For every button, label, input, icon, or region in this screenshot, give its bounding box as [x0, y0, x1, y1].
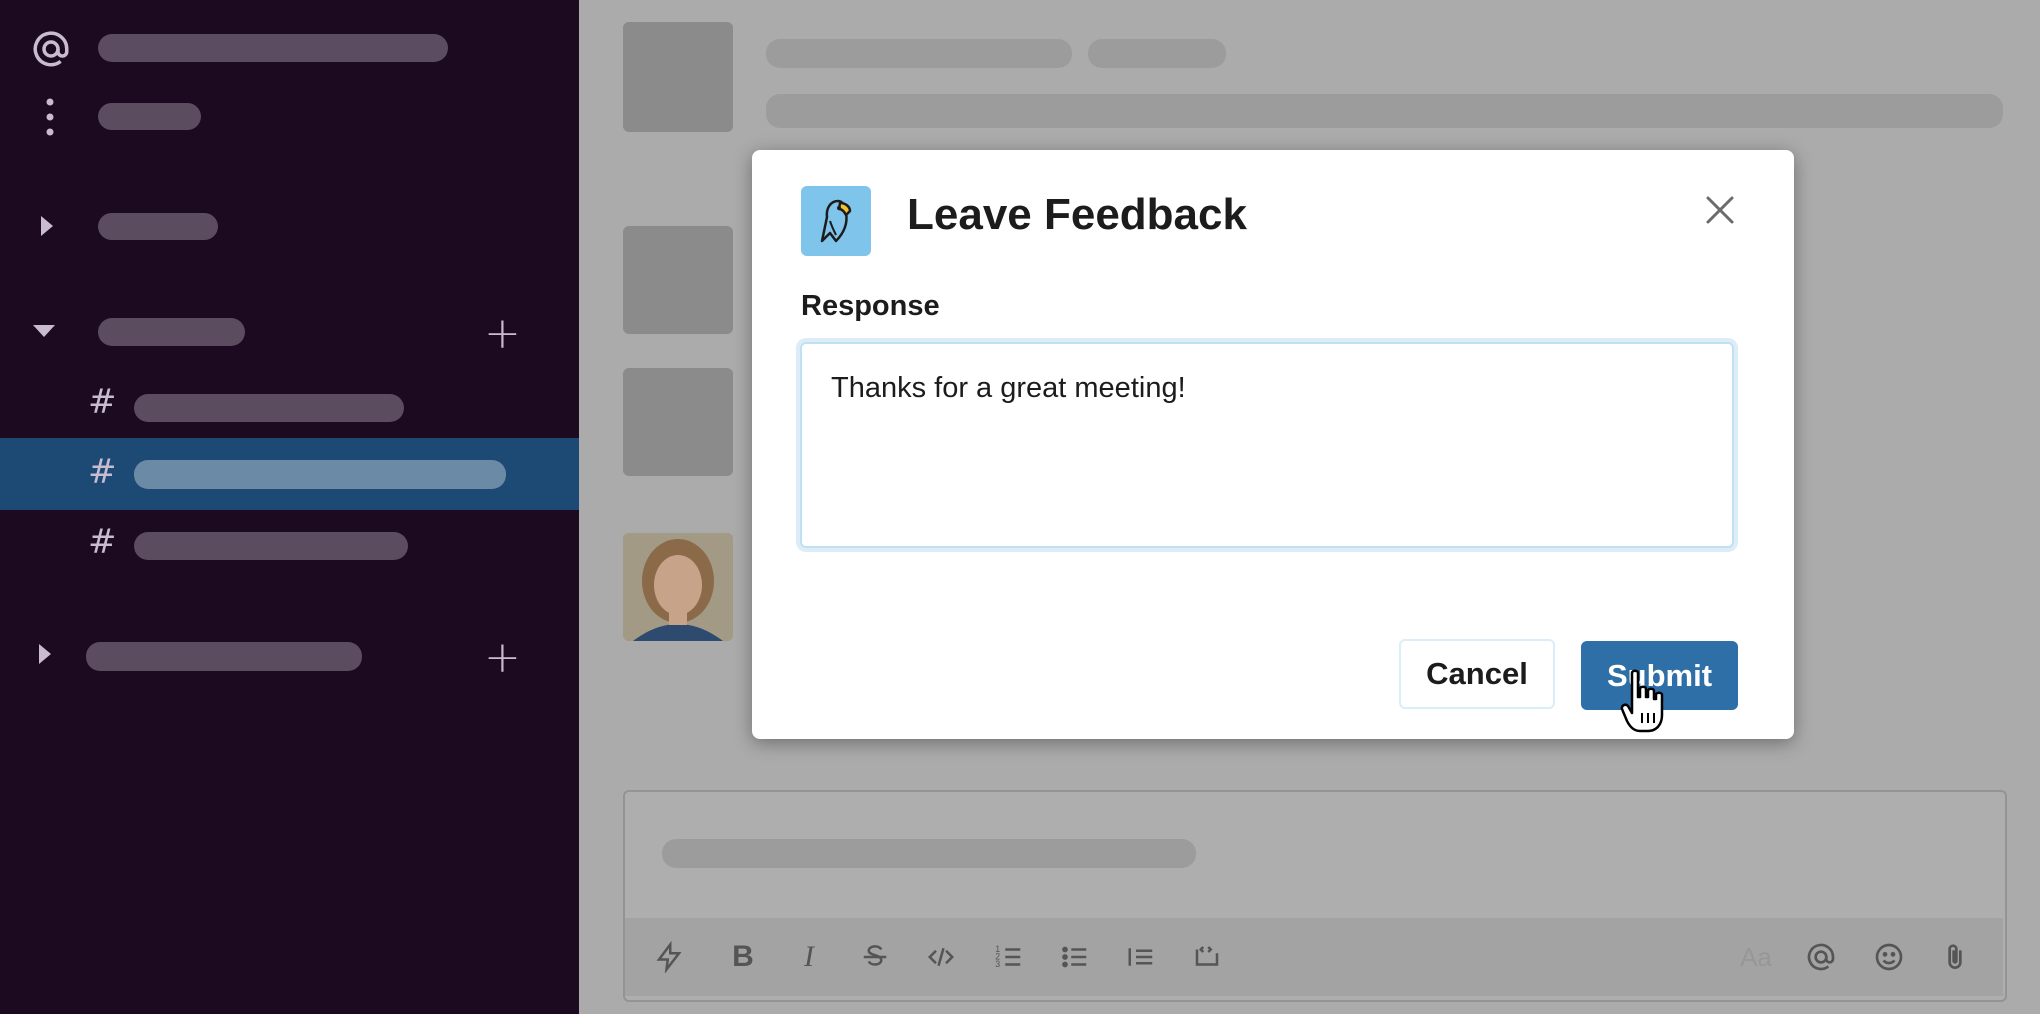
response-textarea[interactable]: Thanks for a great meeting!	[800, 342, 1734, 548]
response-label: Response	[801, 290, 940, 322]
code-block-icon[interactable]	[1186, 936, 1228, 978]
text-format-icon[interactable]: Aa	[1735, 936, 1777, 978]
caret-down-icon[interactable]	[30, 320, 58, 342]
message-author-placeholder	[766, 39, 1072, 68]
lightning-icon[interactable]	[648, 936, 690, 978]
svg-text:3: 3	[995, 959, 1000, 969]
plus-icon[interactable]: +	[484, 636, 521, 680]
channel-item-placeholder[interactable]	[134, 394, 404, 422]
channel-hash-icon: #	[88, 382, 117, 422]
sidebar-channels-header-placeholder[interactable]	[98, 318, 245, 346]
channel-item-placeholder[interactable]	[134, 460, 506, 489]
composer-toolbar	[625, 918, 2003, 996]
avatar-placeholder	[623, 22, 733, 132]
emoji-icon[interactable]	[1868, 936, 1910, 978]
sidebar-section-placeholder[interactable]	[86, 642, 362, 671]
bold-icon[interactable]: B	[722, 936, 764, 978]
caret-right-icon[interactable]	[34, 640, 56, 668]
avatar-placeholder	[623, 368, 733, 476]
sidebar-placeholder-more[interactable]	[98, 103, 201, 130]
at-icon[interactable]	[28, 26, 74, 72]
sidebar-section-placeholder[interactable]	[98, 213, 218, 240]
italic-icon[interactable]: I	[788, 936, 830, 978]
hand-pointer-cursor-icon	[1620, 669, 1666, 735]
attachment-icon[interactable]	[1934, 936, 1976, 978]
message-text-placeholder	[766, 94, 2003, 128]
cancel-button[interactable]: Cancel	[1399, 639, 1555, 709]
channel-hash-icon: #	[88, 522, 117, 562]
close-icon[interactable]	[1700, 190, 1740, 230]
blockquote-icon[interactable]	[1120, 936, 1162, 978]
message-time-placeholder	[1088, 39, 1226, 68]
sidebar-placeholder-mentions[interactable]	[98, 34, 448, 62]
more-vertical-icon[interactable]	[38, 96, 62, 138]
channel-item-placeholder[interactable]	[134, 532, 408, 560]
mention-icon[interactable]	[1800, 936, 1842, 978]
channel-hash-icon: #	[88, 452, 117, 492]
sidebar: + # # # +	[0, 0, 579, 1014]
bulleted-list-icon[interactable]	[1054, 936, 1096, 978]
avatar	[623, 533, 733, 641]
strikethrough-icon[interactable]	[854, 936, 896, 978]
composer-placeholder[interactable]	[662, 839, 1196, 868]
plus-icon[interactable]: +	[484, 312, 521, 356]
modal-title: Leave Feedback	[907, 190, 1247, 239]
code-icon[interactable]	[920, 936, 962, 978]
caret-right-icon[interactable]	[36, 212, 58, 240]
avatar-placeholder	[623, 226, 733, 334]
parrot-icon	[801, 186, 871, 256]
ordered-list-icon[interactable]: 123	[988, 936, 1030, 978]
